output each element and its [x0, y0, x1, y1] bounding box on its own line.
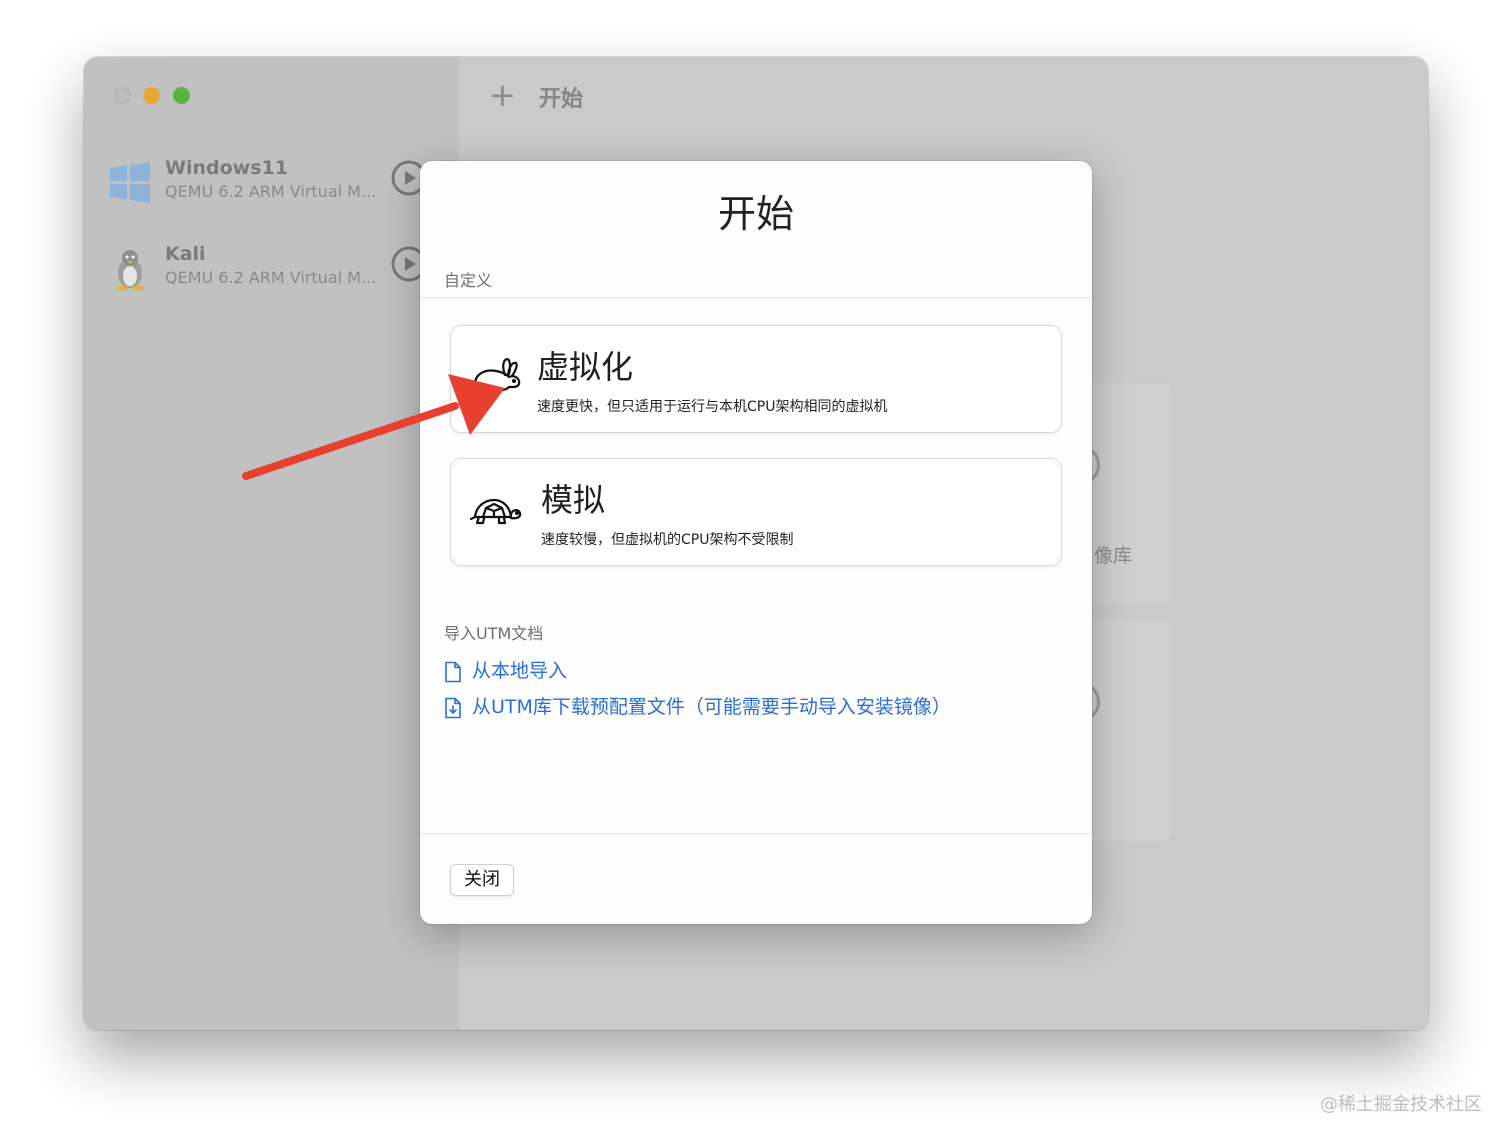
toolbar-title: 开始: [539, 87, 584, 112]
start-dialog: 开始 自定义 虚拟化 速度更快，但只适用于运行与本机CPU架构相同的虚拟机 模拟…: [420, 161, 1092, 924]
window-minimize-button[interactable]: [143, 87, 160, 104]
window-close-button[interactable]: [114, 87, 131, 104]
close-button[interactable]: 关闭: [450, 864, 514, 896]
emulate-option[interactable]: 模拟 速度较慢，但虚拟机的CPU架构不受限制: [450, 458, 1062, 566]
vm-list-item-kali[interactable]: Kali QEMU 6.2 ARM Virtual M...: [108, 243, 468, 299]
import-local-link[interactable]: 从本地导入: [444, 656, 567, 683]
background-label: 像库: [1094, 545, 1133, 567]
virtualize-option[interactable]: 虚拟化 速度更快，但只适用于运行与本机CPU架构相同的虚拟机: [450, 325, 1062, 433]
section-label-import: 导入UTM文档: [444, 624, 544, 643]
watermark: @稀土掘金技术社区: [1320, 1094, 1482, 1115]
window-zoom-button[interactable]: [173, 87, 190, 104]
background-card: [1084, 619, 1172, 841]
background-card: [1084, 382, 1172, 604]
linux-penguin-icon: [116, 250, 144, 291]
vm-subtitle: QEMU 6.2 ARM Virtual M...: [165, 182, 377, 201]
option-title: 模拟: [541, 481, 606, 519]
option-title: 虚拟化: [537, 348, 634, 386]
sidebar: Windows11 QEMU 6.2 ARM Virtual M... Kali…: [84, 57, 459, 1030]
document-icon: [445, 661, 461, 682]
section-label-custom: 自定义: [444, 271, 493, 290]
windows-logo-icon: [110, 162, 150, 203]
vm-name: Kali: [165, 243, 206, 265]
vm-list-item-windows11[interactable]: Windows11 QEMU 6.2 ARM Virtual M...: [108, 157, 468, 213]
link-label: 从UTM库下载预配置文件（可能需要手动导入安装镜像）: [472, 696, 951, 718]
add-vm-button[interactable]: +: [489, 79, 516, 111]
option-description: 速度较慢，但虚拟机的CPU架构不受限制: [541, 532, 794, 548]
vm-name: Windows11: [165, 157, 288, 179]
vm-subtitle: QEMU 6.2 ARM Virtual M...: [165, 268, 377, 287]
option-description: 速度更快，但只适用于运行与本机CPU架构相同的虚拟机: [537, 399, 888, 415]
link-label: 从本地导入: [472, 660, 568, 682]
dialog-title: 开始: [717, 192, 794, 236]
divider: [420, 297, 1092, 298]
turtle-icon: [469, 498, 522, 525]
main-toolbar: + 开始: [459, 57, 1428, 137]
download-from-gallery-link[interactable]: 从UTM库下载预配置文件（可能需要手动导入安装镜像）: [444, 692, 951, 719]
document-download-icon: [445, 697, 461, 718]
divider: [420, 833, 1092, 834]
rabbit-icon: [470, 357, 521, 397]
